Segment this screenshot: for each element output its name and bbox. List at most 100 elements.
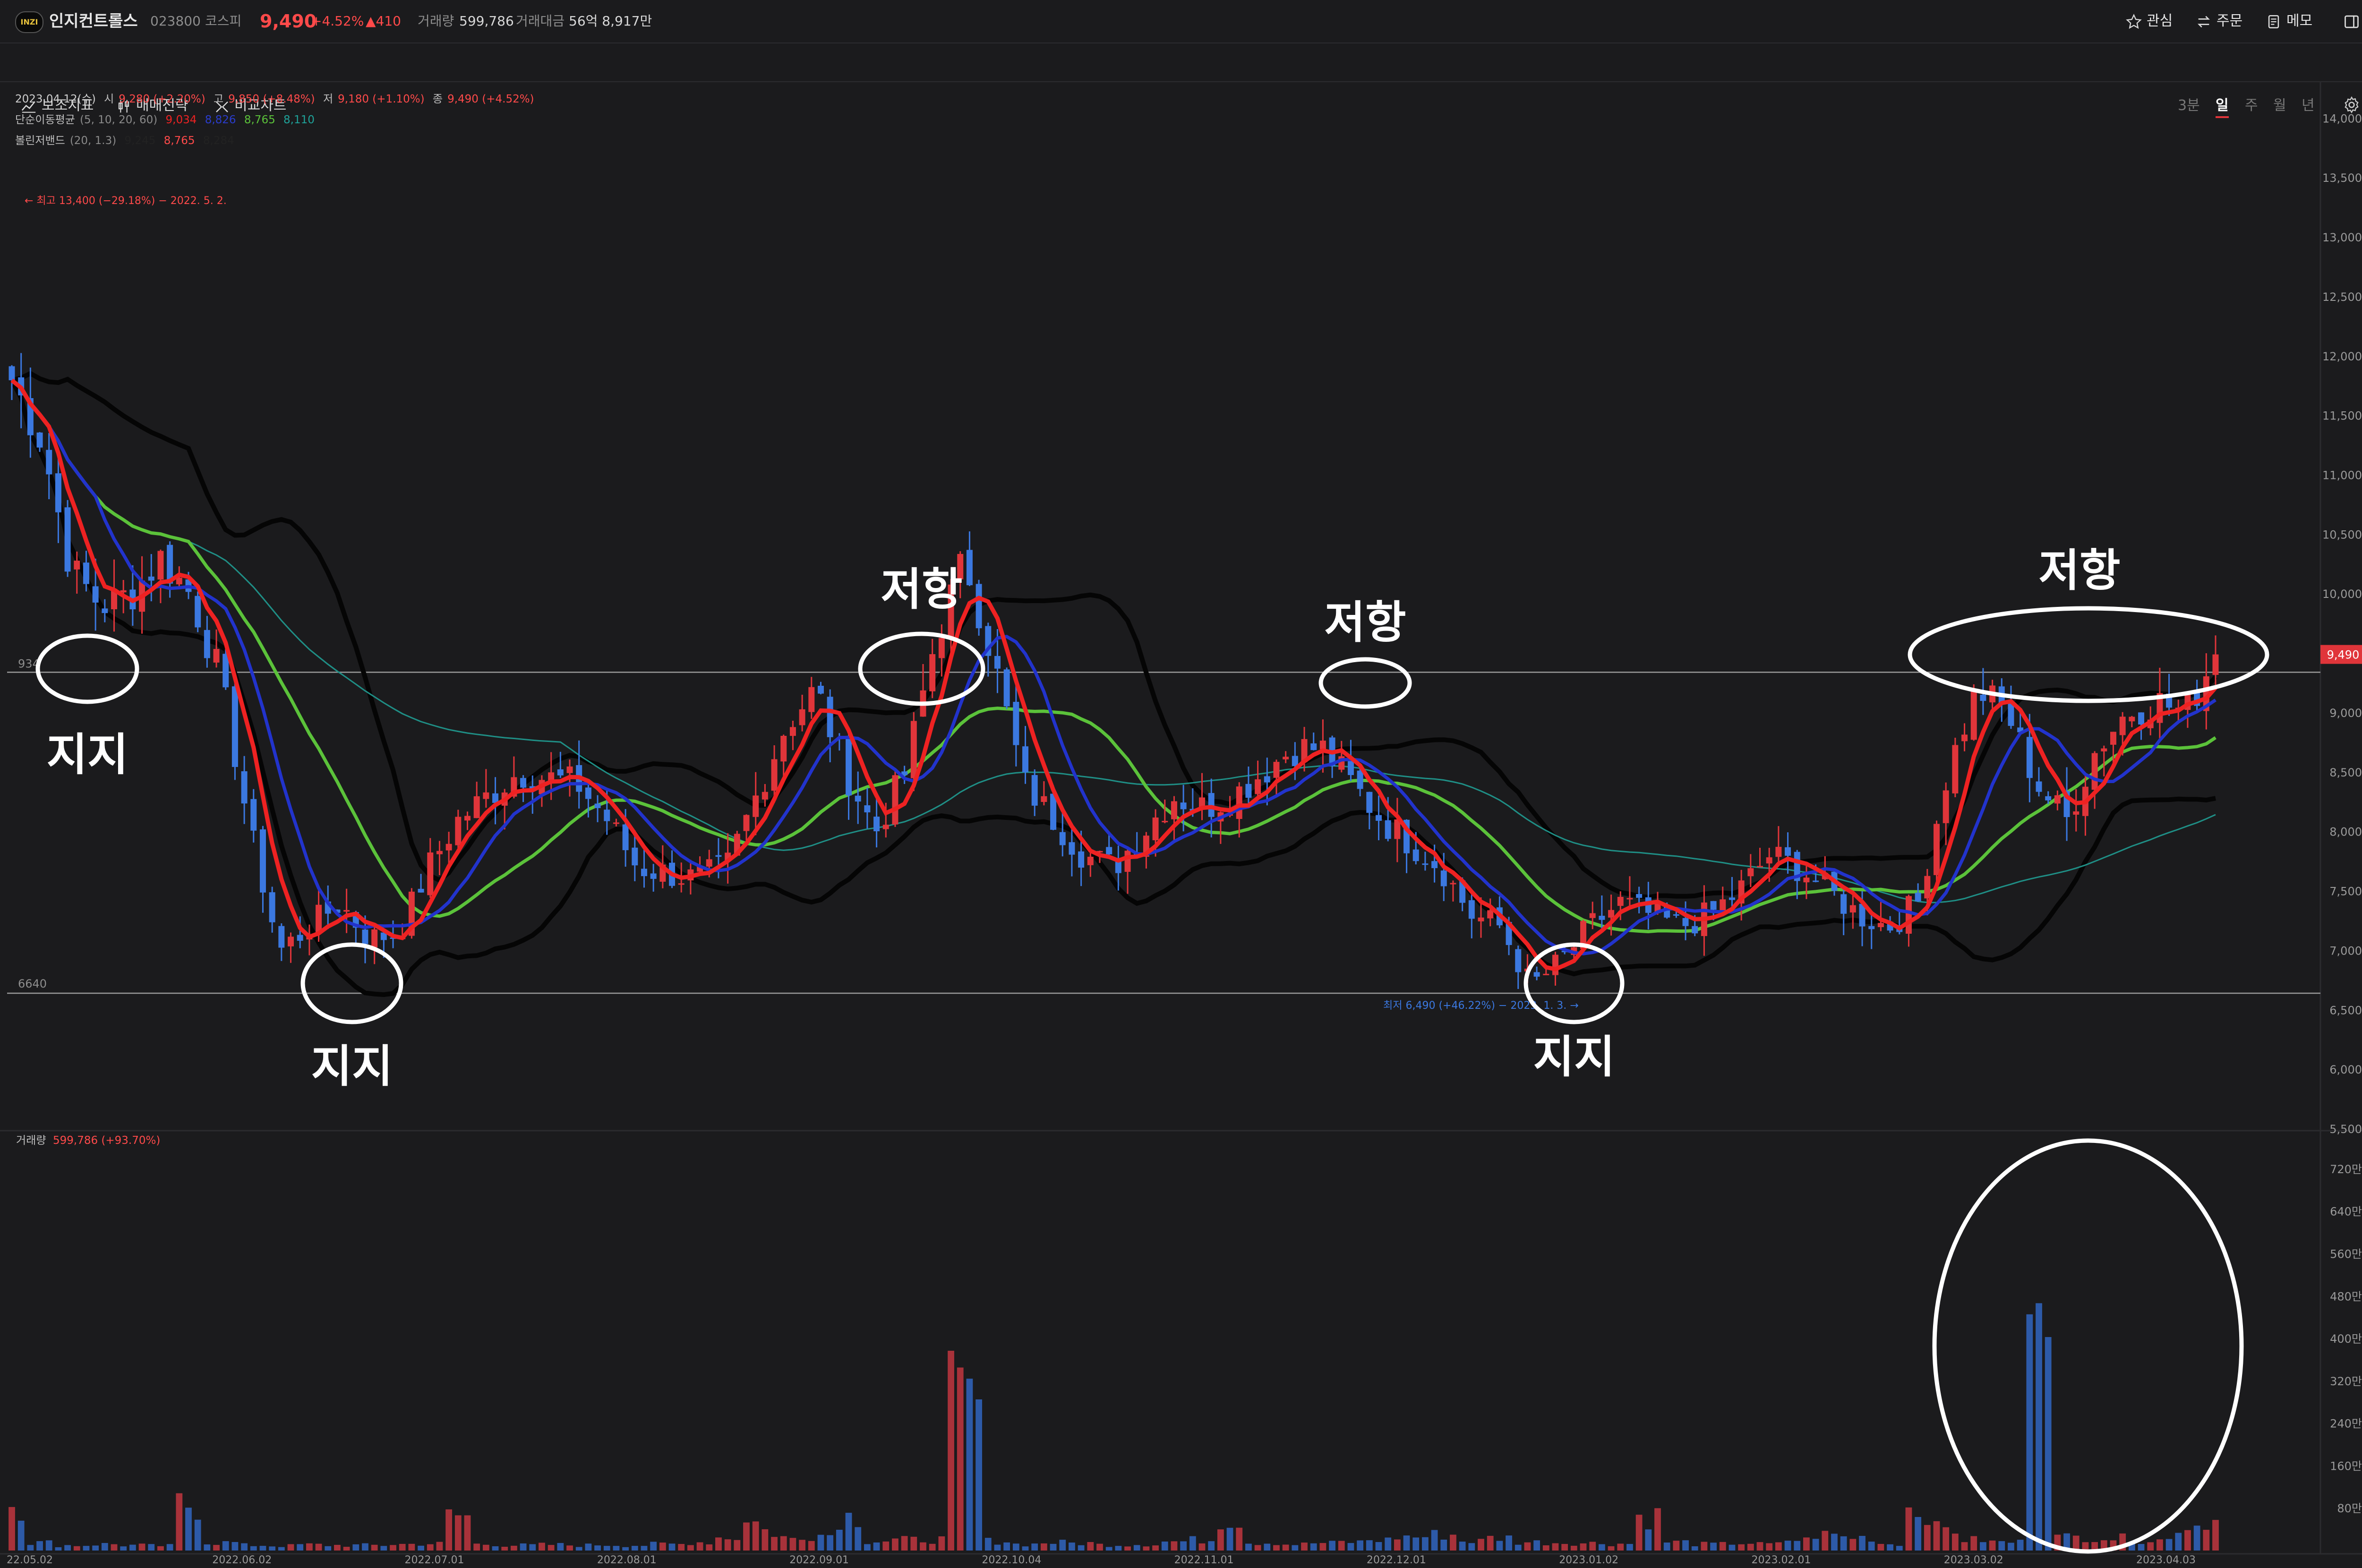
ma20-line	[10, 379, 2217, 934]
volume-bar	[1143, 1546, 1150, 1551]
candle-body	[1673, 914, 1679, 916]
y-tick-label: 9,500	[2329, 647, 2362, 660]
y-tick-label: 6,000	[2329, 1063, 2362, 1076]
volume-bar	[2147, 1542, 2154, 1551]
settings-button[interactable]	[2342, 95, 2361, 116]
candle-body	[641, 869, 647, 877]
volume-bar	[1319, 1543, 1326, 1551]
volume-bar	[2072, 1535, 2080, 1551]
volume-bar	[1133, 1545, 1140, 1551]
candle-body	[1980, 694, 1986, 701]
y-tick-label: 12,000	[2322, 350, 2362, 363]
volume-bar	[1589, 1542, 1596, 1551]
candle-body	[1952, 745, 1959, 793]
annotation-ellipse	[1908, 606, 2269, 703]
period-3min[interactable]: 3분	[2178, 95, 2200, 116]
volume-bar	[1226, 1527, 1233, 1551]
volume-bar	[594, 1545, 601, 1551]
layout-toggle-button[interactable]	[2343, 9, 2362, 33]
candle-body	[1645, 897, 1652, 913]
candle-body	[2157, 693, 2163, 723]
volume-bar	[1570, 1545, 1577, 1551]
volume-bar	[994, 1544, 1001, 1551]
candle-body	[1375, 815, 1382, 821]
candle-body	[399, 937, 406, 939]
volume-bar	[1273, 1545, 1280, 1551]
volume-bar	[371, 1544, 378, 1551]
candle-body	[2036, 781, 2042, 792]
volume-bar	[1989, 1540, 1996, 1551]
candle-body	[678, 883, 685, 885]
candle-body	[1329, 737, 1335, 767]
candle-body	[148, 576, 154, 581]
volume-bar	[120, 1546, 127, 1551]
order-button[interactable]: 주문	[2196, 9, 2242, 33]
candle-body	[1794, 852, 1800, 881]
candle-body	[994, 656, 1001, 669]
ma10-path	[10, 379, 2217, 955]
period-year[interactable]: 년	[2302, 95, 2315, 116]
bb-upper-line	[11, 371, 2217, 900]
volume-bar	[1394, 1539, 1401, 1551]
candle-body	[27, 398, 34, 435]
volume-tick-label: 480만	[2330, 1290, 2362, 1303]
bb-lower-line	[9, 379, 2216, 997]
volume-bar	[1943, 1527, 1950, 1551]
candle-body	[799, 709, 805, 725]
candle-body	[46, 450, 52, 475]
annotation-ellipse	[300, 942, 403, 1024]
candle-body	[1208, 793, 1215, 817]
candle-body	[1608, 910, 1615, 918]
candle-body	[1059, 832, 1066, 845]
candle-body	[771, 759, 778, 791]
stock-chart[interactable]: 9346640 14,00013,50013,00012,50012,00011…	[0, 0, 2362, 1568]
candle-body	[948, 584, 954, 638]
volume-bar	[575, 1547, 582, 1551]
stock-name[interactable]: 인지컨트롤스	[49, 9, 138, 33]
candle-body	[9, 366, 15, 381]
period-day[interactable]: 일	[2216, 95, 2229, 118]
annotation-ellipse	[858, 631, 985, 706]
candle-body	[650, 873, 657, 879]
candle-body	[418, 888, 424, 893]
volume-bar	[1431, 1530, 1438, 1551]
watch-button[interactable]: 관심	[2126, 9, 2173, 33]
annotation-ellipse	[1318, 657, 1412, 709]
candle-body	[1710, 901, 1717, 910]
candle-body	[2054, 795, 2061, 804]
volume-bar	[1515, 1544, 1522, 1551]
period-week[interactable]: 주	[2245, 95, 2258, 116]
candle-body	[362, 929, 368, 944]
candle-body	[390, 937, 396, 939]
volume-bar	[539, 1542, 545, 1551]
period-month[interactable]: 월	[2273, 95, 2286, 116]
memo-button[interactable]: 메모	[2266, 9, 2312, 33]
candle-body	[1887, 921, 1893, 931]
candle-body	[2073, 811, 2080, 815]
candle-body	[1515, 949, 1522, 972]
y-tick-label: 11,500	[2322, 409, 2362, 423]
candle-body	[855, 795, 861, 802]
x-tick-label: 2022.08.01	[597, 1554, 657, 1566]
volume-bar	[464, 1515, 471, 1551]
candle-body	[604, 810, 610, 821]
candle-body	[1198, 797, 1205, 810]
volume-bar	[1645, 1529, 1652, 1551]
annotation-ellipse	[1932, 1138, 2244, 1554]
y-tick-label: 13,500	[2322, 171, 2362, 185]
sidebar-icon	[2345, 15, 2359, 28]
hline-lower-label: 6640	[18, 977, 47, 990]
volume-bar	[1980, 1542, 1986, 1551]
volume-bar	[9, 1507, 15, 1551]
candle-body	[278, 926, 285, 948]
candle-body	[2138, 712, 2145, 725]
volume-bar	[1087, 1542, 1094, 1551]
volume-bar	[2026, 1314, 2033, 1551]
candle-body	[753, 795, 759, 817]
candle-body	[1366, 792, 1373, 813]
candle-body	[1003, 669, 1010, 707]
volume-bar	[1598, 1544, 1605, 1551]
candle-body	[2203, 676, 2209, 711]
volume-bar	[1180, 1541, 1187, 1551]
volume-bar	[17, 1520, 25, 1551]
